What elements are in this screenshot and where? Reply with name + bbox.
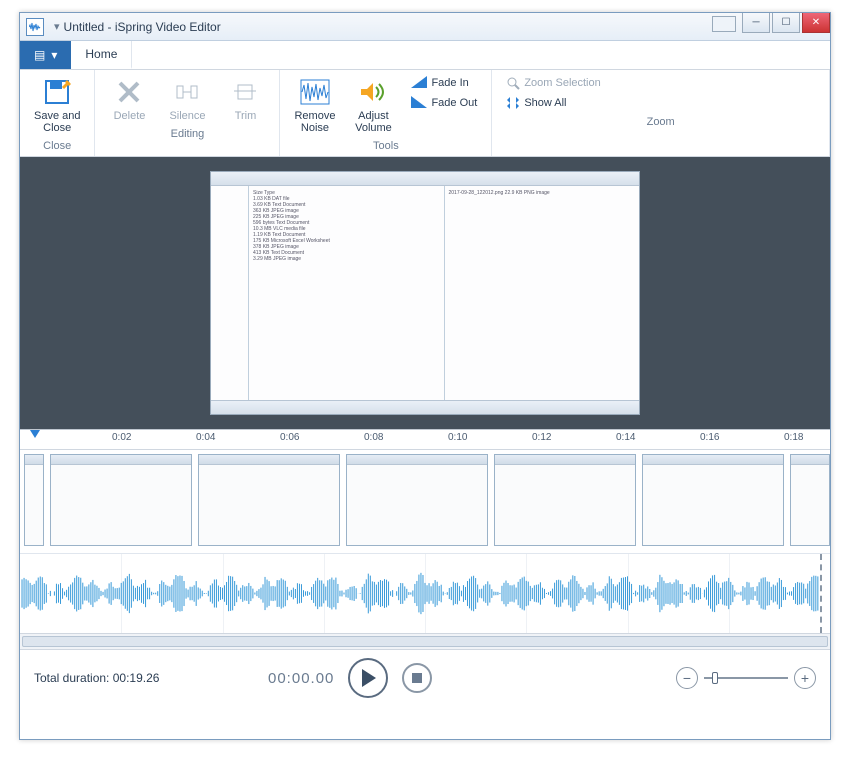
ruler-tick: 0:06	[280, 432, 299, 443]
adjust-volume-button[interactable]: Adjust Volume	[349, 74, 397, 136]
fade-out-button[interactable]: Fade Out	[407, 94, 481, 112]
quickaccess-sep-icon: ▾	[54, 20, 60, 33]
save-icon	[41, 76, 73, 108]
stop-icon	[412, 673, 422, 683]
stop-button[interactable]	[402, 663, 432, 693]
timeline-scrollbar[interactable]	[20, 634, 830, 650]
scrollbar-thumb[interactable]	[22, 636, 828, 647]
ruler-tick: 0:10	[448, 432, 467, 443]
thumbnail	[494, 454, 636, 546]
thumbnail	[24, 454, 44, 546]
playback-controls: Total duration: 00:19.26 00:00.00 − +	[20, 650, 830, 706]
total-duration: Total duration: 00:19.26	[34, 671, 254, 685]
window-controls: ─ ☐ ✕	[712, 13, 830, 40]
zoom-slider[interactable]	[704, 677, 788, 679]
thumbnail	[790, 454, 830, 546]
delete-icon	[113, 76, 145, 108]
zoom-control: − +	[676, 667, 816, 689]
zoom-in-button[interactable]: +	[794, 667, 816, 689]
group-zoom: Zoom Selection Show All Zoom	[492, 70, 830, 156]
video-preview-frame: Size Type1.03 KB DAT file3.69 KB Text Do…	[210, 171, 640, 415]
group-tools: Remove Noise Adjust Volume Fade In Fade …	[280, 70, 492, 156]
thumbnail	[642, 454, 784, 546]
current-time: 00:00.00	[268, 670, 334, 687]
zoom-slider-knob[interactable]	[712, 672, 718, 684]
show-all-icon	[506, 96, 520, 110]
tabstrip: ▤ ▾ Home	[20, 41, 830, 70]
thumbnail-track[interactable]	[20, 450, 830, 554]
playhead-icon[interactable]	[30, 430, 40, 440]
ribbon: Save and Close Close Delete Silence Trim	[20, 70, 830, 157]
waveform-icon	[20, 554, 830, 633]
ruler-tick: 0:18	[784, 432, 803, 443]
app-icon	[26, 18, 44, 36]
thumbnail	[198, 454, 340, 546]
close-button[interactable]: ✕	[802, 13, 830, 33]
group-tools-label: Tools	[373, 136, 399, 154]
silence-icon	[171, 76, 203, 108]
titlebar: ▾ Untitled - iSpring Video Editor ─ ☐ ✕	[20, 13, 830, 41]
trim-icon	[229, 76, 261, 108]
thumbnail	[50, 454, 192, 546]
waveform-track[interactable]	[20, 554, 830, 634]
tab-home[interactable]: Home	[71, 41, 132, 69]
group-editing-label: Editing	[171, 124, 205, 142]
trim-button[interactable]: Trim	[221, 74, 269, 124]
play-button[interactable]	[348, 658, 388, 698]
window-title: Untitled - iSpring Video Editor	[64, 20, 712, 34]
ruler-tick: 0:12	[532, 432, 551, 443]
noise-icon	[299, 76, 331, 108]
ruler-tick: 0:02	[112, 432, 131, 443]
ruler-tick: 0:16	[700, 432, 719, 443]
group-editing: Delete Silence Trim Editing	[95, 70, 280, 156]
app-window: ▾ Untitled - iSpring Video Editor ─ ☐ ✕ …	[19, 12, 831, 740]
zoom-selection-icon	[506, 76, 520, 90]
ruler-tick: 0:14	[616, 432, 635, 443]
thumbnail	[346, 454, 488, 546]
play-icon	[360, 669, 376, 687]
zoom-out-button[interactable]: −	[676, 667, 698, 689]
remove-noise-button[interactable]: Remove Noise	[290, 74, 339, 136]
group-zoom-label: Zoom	[647, 112, 675, 130]
delete-button[interactable]: Delete	[105, 74, 153, 124]
ruler-tick: 0:04	[196, 432, 215, 443]
silence-button[interactable]: Silence	[163, 74, 211, 124]
group-close-label: Close	[43, 136, 71, 154]
show-all-button[interactable]: Show All	[502, 94, 604, 112]
volume-icon	[357, 76, 389, 108]
ruler-tick: 0:08	[364, 432, 383, 443]
file-menu-icon: ▤	[34, 48, 45, 62]
minimize-button[interactable]: ─	[742, 13, 770, 33]
file-menu-button[interactable]: ▤ ▾	[20, 41, 71, 69]
timeline: 0:02 0:04 0:06 0:08 0:10 0:12 0:14 0:16 0:18	[20, 429, 830, 650]
time-ruler[interactable]: 0:02 0:04 0:06 0:08 0:10 0:12 0:14 0:16 0:18	[20, 430, 830, 450]
preview-area: Size Type1.03 KB DAT file3.69 KB Text Do…	[20, 157, 830, 429]
fade-in-icon	[411, 76, 427, 90]
save-and-close-button[interactable]: Save and Close	[30, 74, 84, 136]
clip-end-marker	[820, 554, 822, 633]
fade-out-icon	[411, 96, 427, 110]
maximize-button[interactable]: ☐	[772, 13, 800, 33]
zoom-selection-button[interactable]: Zoom Selection	[502, 74, 604, 92]
aux-button[interactable]	[712, 16, 736, 32]
group-close: Save and Close Close	[20, 70, 95, 156]
chevron-down-icon: ▾	[51, 48, 57, 62]
fade-in-button[interactable]: Fade In	[407, 74, 481, 92]
